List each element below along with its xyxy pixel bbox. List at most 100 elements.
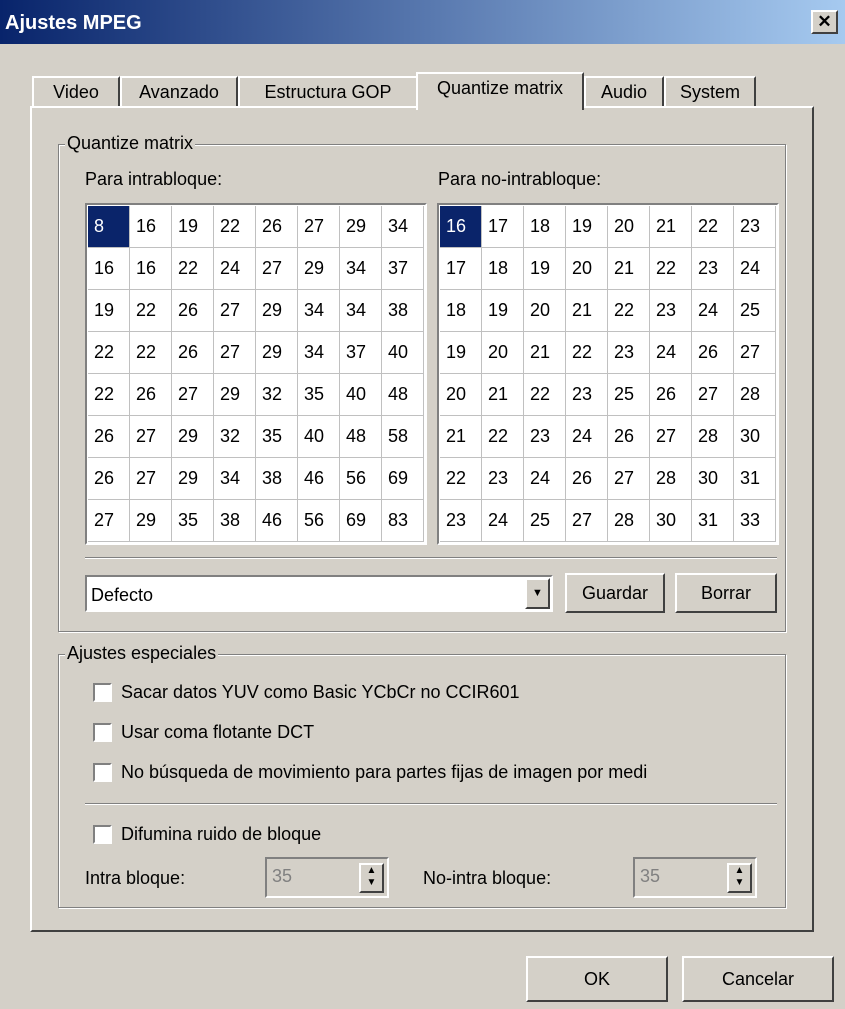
matrix-cell[interactable]: 46 xyxy=(256,500,298,542)
no-motion-search-checkbox[interactable] xyxy=(93,763,112,782)
matrix-cell[interactable]: 8 xyxy=(88,206,130,248)
matrix-cell[interactable]: 26 xyxy=(130,374,172,416)
matrix-cell[interactable]: 28 xyxy=(608,500,650,542)
matrix-cell[interactable]: 37 xyxy=(340,332,382,374)
matrix-cell[interactable]: 27 xyxy=(214,332,256,374)
matrix-cell[interactable]: 40 xyxy=(382,332,424,374)
dither-checkbox[interactable] xyxy=(93,825,112,844)
matrix-cell[interactable]: 58 xyxy=(382,416,424,458)
matrix-cell[interactable]: 38 xyxy=(382,290,424,332)
matrix-cell[interactable]: 29 xyxy=(256,290,298,332)
matrix-cell[interactable]: 19 xyxy=(172,206,214,248)
matrix-cell[interactable]: 27 xyxy=(256,248,298,290)
delete-button[interactable]: Borrar xyxy=(675,573,777,613)
matrix-cell[interactable]: 19 xyxy=(88,290,130,332)
matrix-cell[interactable]: 16 xyxy=(130,206,172,248)
matrix-cell[interactable]: 22 xyxy=(650,248,692,290)
matrix-cell[interactable]: 26 xyxy=(566,458,608,500)
matrix-cell[interactable]: 22 xyxy=(482,416,524,458)
matrix-cell[interactable]: 27 xyxy=(88,500,130,542)
matrix-cell[interactable]: 29 xyxy=(340,206,382,248)
ok-button[interactable]: OK xyxy=(526,956,668,1002)
cancel-button[interactable]: Cancelar xyxy=(682,956,834,1002)
matrix-cell[interactable]: 29 xyxy=(214,374,256,416)
matrix-cell[interactable]: 24 xyxy=(482,500,524,542)
matrix-cell[interactable]: 34 xyxy=(340,290,382,332)
matrix-cell[interactable]: 20 xyxy=(524,290,566,332)
matrix-cell[interactable]: 22 xyxy=(88,374,130,416)
matrix-cell[interactable]: 30 xyxy=(692,458,734,500)
matrix-cell[interactable]: 34 xyxy=(340,248,382,290)
matrix-cell[interactable]: 29 xyxy=(172,416,214,458)
matrix-cell[interactable]: 18 xyxy=(524,206,566,248)
preset-select[interactable]: Defecto ▼ xyxy=(85,575,553,612)
matrix-cell[interactable]: 28 xyxy=(734,374,776,416)
tab-system[interactable]: System xyxy=(664,76,756,108)
matrix-cell[interactable]: 16 xyxy=(440,206,482,248)
matrix-cell[interactable]: 22 xyxy=(566,332,608,374)
tab-video[interactable]: Video xyxy=(32,76,120,108)
close-button[interactable]: ✕ xyxy=(811,10,838,34)
matrix-cell[interactable]: 27 xyxy=(734,332,776,374)
matrix-cell[interactable]: 23 xyxy=(482,458,524,500)
matrix-cell[interactable]: 21 xyxy=(482,374,524,416)
matrix-cell[interactable]: 56 xyxy=(298,500,340,542)
matrix-cell[interactable]: 23 xyxy=(692,248,734,290)
matrix-cell[interactable]: 56 xyxy=(340,458,382,500)
matrix-cell[interactable]: 23 xyxy=(608,332,650,374)
matrix-cell[interactable]: 24 xyxy=(524,458,566,500)
matrix-cell[interactable]: 18 xyxy=(440,290,482,332)
matrix-cell[interactable]: 34 xyxy=(214,458,256,500)
matrix-cell[interactable]: 21 xyxy=(566,290,608,332)
float-dct-checkbox[interactable] xyxy=(93,723,112,742)
matrix-cell[interactable]: 20 xyxy=(440,374,482,416)
matrix-cell[interactable]: 17 xyxy=(440,248,482,290)
matrix-cell[interactable]: 29 xyxy=(130,500,172,542)
matrix-cell[interactable]: 22 xyxy=(692,206,734,248)
yuv-checkbox[interactable] xyxy=(93,683,112,702)
matrix-cell[interactable]: 16 xyxy=(88,248,130,290)
matrix-cell[interactable]: 27 xyxy=(130,458,172,500)
matrix-cell[interactable]: 83 xyxy=(382,500,424,542)
matrix-cell[interactable]: 38 xyxy=(214,500,256,542)
matrix-cell[interactable]: 29 xyxy=(256,332,298,374)
matrix-cell[interactable]: 21 xyxy=(608,248,650,290)
matrix-cell[interactable]: 20 xyxy=(482,332,524,374)
matrix-cell[interactable]: 40 xyxy=(340,374,382,416)
matrix-cell[interactable]: 35 xyxy=(172,500,214,542)
matrix-cell[interactable]: 32 xyxy=(214,416,256,458)
matrix-cell[interactable]: 29 xyxy=(298,248,340,290)
matrix-cell[interactable]: 26 xyxy=(692,332,734,374)
matrix-cell[interactable]: 21 xyxy=(524,332,566,374)
matrix-cell[interactable]: 19 xyxy=(524,248,566,290)
tab-audio[interactable]: Audio xyxy=(584,76,664,108)
tab-quantize-matrix[interactable]: Quantize matrix xyxy=(416,72,584,110)
matrix-cell[interactable]: 22 xyxy=(608,290,650,332)
matrix-cell[interactable]: 34 xyxy=(298,290,340,332)
matrix-cell[interactable]: 38 xyxy=(256,458,298,500)
matrix-cell[interactable]: 25 xyxy=(608,374,650,416)
matrix-cell[interactable]: 24 xyxy=(734,248,776,290)
matrix-cell[interactable]: 27 xyxy=(608,458,650,500)
matrix-cell[interactable]: 26 xyxy=(172,332,214,374)
tab-estructura-gop[interactable]: Estructura GOP xyxy=(238,76,418,108)
matrix-cell[interactable]: 40 xyxy=(298,416,340,458)
matrix-cell[interactable]: 22 xyxy=(172,248,214,290)
matrix-cell[interactable]: 22 xyxy=(130,290,172,332)
matrix-cell[interactable]: 27 xyxy=(214,290,256,332)
matrix-cell[interactable]: 23 xyxy=(734,206,776,248)
matrix-cell[interactable]: 21 xyxy=(650,206,692,248)
tab-avanzado[interactable]: Avanzado xyxy=(120,76,238,108)
matrix-cell[interactable]: 24 xyxy=(692,290,734,332)
matrix-cell[interactable]: 16 xyxy=(130,248,172,290)
matrix-cell[interactable]: 27 xyxy=(298,206,340,248)
matrix-cell[interactable]: 22 xyxy=(440,458,482,500)
matrix-cell[interactable]: 34 xyxy=(298,332,340,374)
matrix-cell[interactable]: 22 xyxy=(130,332,172,374)
matrix-cell[interactable]: 29 xyxy=(172,458,214,500)
matrix-cell[interactable]: 27 xyxy=(172,374,214,416)
matrix-cell[interactable]: 25 xyxy=(524,500,566,542)
matrix-cell[interactable]: 17 xyxy=(482,206,524,248)
intra-block-spinner[interactable]: 35 ▲ ▼ xyxy=(265,857,389,898)
matrix-cell[interactable]: 26 xyxy=(88,458,130,500)
